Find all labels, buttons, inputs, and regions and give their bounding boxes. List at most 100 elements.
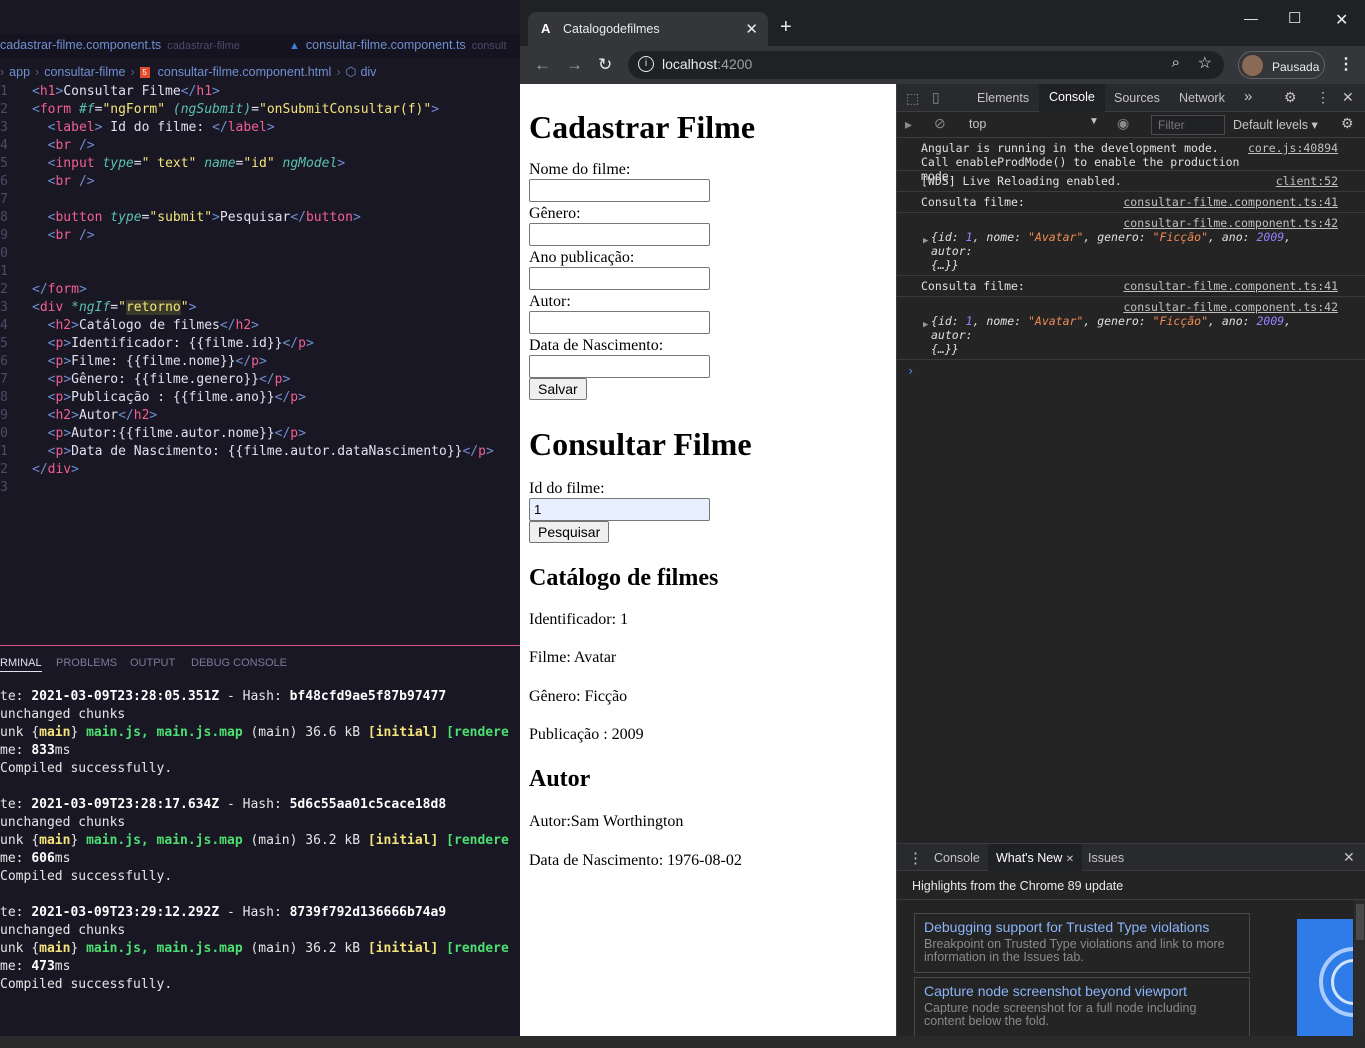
console-prompt[interactable]: › bbox=[897, 360, 1365, 382]
page-viewport: Cadastrar Filme Nome do filme: Gênero: A… bbox=[520, 84, 896, 1036]
reload-icon[interactable]: ↻ bbox=[598, 55, 612, 75]
source-link[interactable]: consultar-filme.component.ts:42 bbox=[931, 300, 1338, 314]
line-number: 0 bbox=[0, 426, 8, 441]
code-editor[interactable]: 1 <h1>Consultar Filme</h1> 2 <form #f="ngF… bbox=[0, 83, 520, 497]
profile-label: Pausada bbox=[1272, 60, 1320, 74]
line-number: 5 bbox=[0, 336, 8, 351]
devtools-tabs: ⬚ ▯ Elements Console Sources Network » ⚙… bbox=[897, 84, 1365, 112]
line-number: 1 bbox=[0, 84, 8, 99]
ano-input[interactable] bbox=[529, 267, 710, 290]
tab-console[interactable]: Console bbox=[1039, 84, 1105, 112]
address-bar[interactable]: i localhost:4200 ⌕ ☆ bbox=[628, 51, 1224, 79]
console-object-message[interactable]: consultar-filme.component.ts:42 ▶ {id: 1… bbox=[897, 297, 1365, 360]
context-select[interactable]: top bbox=[969, 117, 986, 131]
console-object-message[interactable]: consultar-filme.component.ts:42 ▶ {id: 1… bbox=[897, 213, 1365, 276]
more-tabs-icon[interactable]: » bbox=[1244, 88, 1252, 105]
tab-debug-console[interactable]: DEBUG CONSOLE bbox=[191, 657, 287, 669]
drawer-tab-console[interactable]: Console bbox=[934, 851, 980, 865]
tab-terminal[interactable]: RMINAL bbox=[0, 657, 42, 672]
source-link[interactable]: core.js:40894 bbox=[1248, 141, 1338, 155]
window-close-icon[interactable]: ✕ bbox=[1335, 10, 1348, 30]
close-devtools-icon[interactable]: ✕ bbox=[1342, 89, 1354, 106]
gear-icon[interactable]: ⚙ bbox=[1284, 89, 1297, 106]
nascimento-input[interactable] bbox=[529, 355, 710, 378]
autor-input[interactable] bbox=[529, 311, 710, 334]
source-link[interactable]: consultar-filme.component.ts:41 bbox=[1123, 279, 1338, 293]
tab-network[interactable]: Network bbox=[1179, 91, 1225, 105]
breadcrumb-item[interactable]: consultar-filme bbox=[44, 65, 125, 79]
browser-tab[interactable]: A Catalogodefilmes ✕ bbox=[528, 12, 768, 47]
nome-input[interactable] bbox=[529, 179, 710, 202]
eye-icon[interactable]: ◉ bbox=[1117, 115, 1129, 132]
info-icon[interactable]: i bbox=[638, 56, 654, 72]
editor-tab-consultar[interactable]: ▲ consultar-filme.component.ts consult bbox=[289, 38, 507, 52]
scrollbar[interactable] bbox=[1354, 900, 1365, 1037]
chrome-window: A Catalogodefilmes ✕ + — ☐ ✕ ← → ↻ i loc… bbox=[520, 0, 1365, 1037]
whats-new-heading: Highlights from the Chrome 89 update bbox=[912, 879, 1124, 893]
breadcrumb-item[interactable]: consultar-filme.component.html bbox=[158, 65, 332, 79]
drawer-tab-whats-new[interactable]: What's New ✕ bbox=[988, 844, 1083, 871]
build-date-line: te: 2021-03-09T23:28:05.351Z - Hash: bf4… bbox=[0, 689, 447, 704]
whats-new-illustration bbox=[1297, 919, 1353, 1037]
unchanged-line: unchanged chunks bbox=[0, 923, 126, 938]
source-link[interactable]: consultar-filme.component.ts:41 bbox=[1123, 195, 1338, 209]
close-icon[interactable]: ✕ bbox=[745, 20, 758, 38]
ano-label: Ano publicação: bbox=[529, 249, 635, 266]
genero-input[interactable] bbox=[529, 223, 710, 246]
whats-new-card[interactable]: Capture node screenshot beyond viewport … bbox=[914, 977, 1250, 1037]
drawer-tab-issues[interactable]: Issues bbox=[1088, 851, 1124, 865]
expand-triangle-icon[interactable]: ▶ bbox=[923, 234, 928, 248]
tab-sources[interactable]: Sources bbox=[1114, 91, 1160, 105]
editor-tab-cadastrar[interactable]: cadastrar-filme.component.ts cadastrar-fi… bbox=[0, 38, 240, 52]
new-tab-button[interactable]: + bbox=[780, 16, 792, 39]
chunk-line: unk {main} main.js, main.js.map (main) 3… bbox=[0, 833, 509, 848]
kebab-icon[interactable]: ⋮ bbox=[1316, 89, 1330, 106]
code-line: </div> bbox=[32, 462, 79, 477]
drawer-menu-icon[interactable]: ⋮ bbox=[908, 849, 923, 867]
back-icon[interactable]: ← bbox=[534, 55, 551, 75]
divider bbox=[897, 899, 1365, 900]
inspect-icon[interactable]: ⬚ bbox=[906, 90, 919, 107]
source-link[interactable]: consultar-filme.component.ts:42 bbox=[931, 216, 1338, 230]
minimize-icon[interactable]: — bbox=[1244, 10, 1258, 26]
line-number: 2 bbox=[0, 282, 8, 297]
console-settings-icon[interactable]: ⚙ bbox=[1341, 115, 1354, 132]
star-icon[interactable]: ☆ bbox=[1198, 53, 1212, 73]
panel-divider[interactable] bbox=[0, 645, 520, 646]
menu-icon[interactable]: ⋮ bbox=[1338, 54, 1354, 74]
breadcrumb-item[interactable]: app bbox=[9, 65, 30, 79]
time-line: me: 473ms bbox=[0, 959, 71, 974]
breadcrumb: › app › consultar-filme › 5 consultar-filme.co… bbox=[0, 64, 520, 82]
expand-triangle-icon[interactable]: ▶ bbox=[923, 318, 928, 332]
terminal-output[interactable]: te: 2021-03-09T23:28:05.351Z - Hash: bf4… bbox=[0, 688, 520, 994]
code-line: <p>Filme: {{filme.nome}}</p> bbox=[47, 354, 267, 369]
breadcrumb-item[interactable]: div bbox=[360, 65, 376, 79]
whats-new-card[interactable]: Debugging support for Trusted Type viola… bbox=[914, 913, 1250, 973]
tab-file-label: cadastrar-filme.component.ts bbox=[0, 38, 162, 52]
card-title[interactable]: Debugging support for Trusted Type viola… bbox=[924, 918, 1240, 936]
profile-button[interactable]: Pausada bbox=[1238, 51, 1325, 79]
tab-output[interactable]: OUTPUT bbox=[130, 657, 175, 669]
id-input[interactable]: 1 bbox=[529, 498, 710, 521]
close-tab-icon[interactable]: ✕ bbox=[1066, 854, 1074, 865]
zoom-icon[interactable]: ⌕ bbox=[1172, 54, 1180, 71]
console-message: Angular is running in the development mo… bbox=[897, 138, 1365, 183]
filter-input[interactable]: Filter bbox=[1151, 115, 1225, 135]
clear-console-icon[interactable]: ⊘ bbox=[934, 115, 946, 132]
device-toolbar-icon[interactable]: ▯ bbox=[932, 89, 940, 106]
tab-problems[interactable]: PROBLEMS bbox=[56, 657, 117, 669]
card-title[interactable]: Capture node screenshot beyond viewport bbox=[924, 982, 1240, 1000]
tab-elements[interactable]: Elements bbox=[977, 91, 1029, 105]
save-button[interactable]: Salvar bbox=[529, 378, 587, 400]
levels-dropdown[interactable]: Default levels ▾ bbox=[1233, 117, 1318, 132]
code-line: <h1>Consultar Filme</h1> bbox=[32, 84, 220, 99]
source-link[interactable]: client:52 bbox=[1276, 174, 1338, 188]
taskbar bbox=[0, 1036, 1365, 1048]
maximize-icon[interactable]: ☐ bbox=[1288, 9, 1301, 27]
line-number: 2 bbox=[0, 462, 8, 477]
sidebar-toggle-icon[interactable]: ▸ bbox=[905, 116, 912, 133]
close-drawer-icon[interactable]: ✕ bbox=[1343, 849, 1355, 866]
search-button[interactable]: Pesquisar bbox=[529, 521, 610, 543]
console-message: [WDS] Live Reloading enabled. client:52 bbox=[897, 171, 1365, 192]
forward-icon[interactable]: → bbox=[566, 55, 583, 75]
